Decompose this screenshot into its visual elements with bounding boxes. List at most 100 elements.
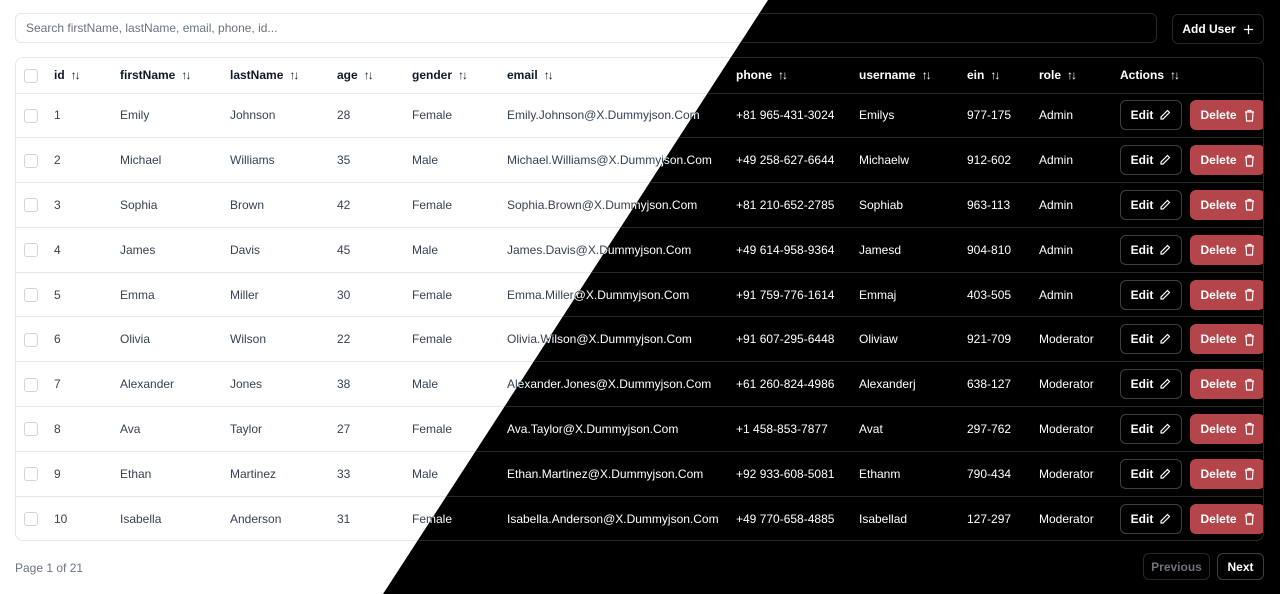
sort-arrows-icon[interactable]: ↑↓	[289, 68, 299, 82]
sort-arrows-icon[interactable]: ↑↓	[71, 68, 81, 82]
lastname-cell: Anderson	[230, 511, 282, 526]
firstname-cell: Alexander	[120, 377, 175, 392]
role-cell: Moderator	[1039, 332, 1094, 347]
phone-cell: +91 759-776-1614	[736, 287, 835, 302]
role-cell: Admin	[1039, 287, 1074, 302]
delete-button[interactable]: Delete	[1190, 324, 1263, 355]
delete-button[interactable]: Delete	[1190, 234, 1263, 265]
row-checkbox[interactable]	[24, 288, 38, 302]
phone-cell: +91 607-295-6448	[736, 332, 835, 347]
add-user-button[interactable]: Add User	[1172, 14, 1264, 44]
ein-cell: 921-709	[967, 332, 1012, 347]
id-cell: 7	[54, 377, 61, 392]
trash-icon	[1244, 512, 1255, 525]
edit-button[interactable]: Edit	[1120, 189, 1182, 220]
row-checkbox[interactable]	[24, 153, 38, 168]
sort-arrows-icon[interactable]: ↑↓	[544, 68, 554, 82]
sort-arrows-icon[interactable]: ↑↓	[1067, 68, 1077, 82]
delete-button[interactable]: Delete	[1190, 100, 1263, 131]
phone-cell: +49 614-958-9364	[736, 242, 835, 257]
row-checkbox[interactable]	[24, 243, 38, 258]
delete-button[interactable]: Delete	[1190, 458, 1263, 489]
edit-button[interactable]: Edit	[1120, 145, 1182, 176]
row-checkbox[interactable]	[24, 108, 38, 123]
phone-cell: +1 458-853-7877	[736, 421, 828, 436]
firstname-cell: Sophia	[120, 197, 158, 212]
edit-button[interactable]: Edit	[1120, 324, 1182, 355]
id-cell: 6	[54, 332, 61, 347]
row-select-cell	[16, 138, 54, 183]
lastname-cell: Davis	[230, 242, 261, 257]
id-cell: 3	[54, 197, 61, 212]
firstname-cell: Ethan	[120, 466, 152, 481]
select-all-checkbox[interactable]	[24, 68, 38, 83]
edit-button[interactable]: Edit	[1120, 279, 1182, 310]
ein-cell: 638-127	[967, 377, 1012, 392]
row-select-cell	[16, 93, 54, 138]
sort-arrows-icon[interactable]: ↑↓	[990, 68, 1000, 82]
column-header-email[interactable]: email↑↓	[507, 58, 736, 93]
row-checkbox[interactable]	[24, 377, 38, 392]
age-cell: 30	[337, 287, 351, 302]
column-header-ein[interactable]: ein↑↓	[967, 58, 1039, 93]
username-cell: Oliviaw	[859, 332, 898, 347]
sort-arrows-icon[interactable]: ↑↓	[778, 68, 788, 82]
username-cell: Emilys	[859, 108, 895, 123]
sort-arrows-icon[interactable]: ↑↓	[922, 68, 932, 82]
column-header-lastname[interactable]: lastName↑↓	[230, 58, 337, 93]
previous-button[interactable]: Previous	[1143, 553, 1210, 580]
row-checkbox[interactable]	[24, 422, 38, 437]
delete-button[interactable]: Delete	[1190, 503, 1263, 534]
column-header-actions[interactable]: Actions↑↓	[1120, 58, 1263, 93]
select-all-cell	[16, 58, 54, 93]
gender-cell: Female	[412, 332, 453, 347]
ein-cell: 977-175	[967, 108, 1012, 123]
delete-button[interactable]: Delete	[1190, 189, 1263, 220]
actions-cell: Edit Delete	[1120, 93, 1263, 138]
delete-button[interactable]: Delete	[1190, 413, 1263, 444]
column-header-gender[interactable]: gender↑↓	[412, 58, 507, 93]
row-checkbox[interactable]	[24, 467, 38, 482]
edit-button[interactable]: Edit	[1120, 503, 1182, 534]
username-cell: Michaelw	[859, 153, 910, 168]
phone-cell: +81 210-652-2785	[736, 197, 835, 212]
edit-button[interactable]: Edit	[1120, 458, 1182, 489]
id-cell: 5	[54, 287, 61, 302]
firstname-cell: Ava	[120, 421, 141, 436]
lastname-cell: Jones	[230, 377, 263, 392]
column-header-firstname[interactable]: firstName↑↓	[120, 58, 230, 93]
sort-arrows-icon[interactable]: ↑↓	[364, 68, 374, 82]
delete-button[interactable]: Delete	[1190, 145, 1263, 176]
column-header-id[interactable]: id↑↓	[54, 58, 120, 93]
firstname-cell: Emma	[120, 287, 155, 302]
phone-cell: +92 933-608-5081	[736, 466, 835, 481]
column-header-phone[interactable]: phone↑↓	[736, 58, 859, 93]
edit-button[interactable]: Edit	[1120, 100, 1182, 131]
gender-cell: Female	[412, 197, 453, 212]
edit-button[interactable]: Edit	[1120, 413, 1182, 444]
gender-cell: Male	[412, 377, 439, 392]
delete-button[interactable]: Delete	[1190, 369, 1263, 400]
email-cell: Ethan.Martinez@X.Dummyjson.Com	[507, 466, 704, 481]
email-cell: Alexander.Jones@X.Dummyjson.Com	[507, 377, 712, 392]
sort-arrows-icon[interactable]: ↑↓	[458, 68, 468, 82]
pencil-icon	[1159, 109, 1171, 121]
username-cell: Avat	[859, 421, 883, 436]
row-checkbox[interactable]	[24, 198, 38, 213]
username-cell: Jamesd	[859, 242, 902, 257]
edit-button[interactable]: Edit	[1120, 369, 1182, 400]
sort-arrows-icon[interactable]: ↑↓	[1170, 68, 1180, 82]
delete-button[interactable]: Delete	[1190, 279, 1263, 310]
column-header-age[interactable]: age↑↓	[337, 58, 412, 93]
column-header-role[interactable]: role↑↓	[1039, 58, 1120, 93]
pencil-icon	[1159, 154, 1171, 166]
column-header-username[interactable]: username↑↓	[859, 58, 967, 93]
next-button[interactable]: Next	[1217, 553, 1264, 580]
role-cell: Admin	[1039, 242, 1074, 257]
row-checkbox[interactable]	[24, 512, 38, 527]
row-checkbox[interactable]	[24, 332, 38, 347]
edit-button[interactable]: Edit	[1120, 234, 1182, 265]
row-select-cell	[16, 227, 54, 272]
sort-arrows-icon[interactable]: ↑↓	[181, 68, 191, 82]
id-cell: 4	[54, 242, 61, 257]
